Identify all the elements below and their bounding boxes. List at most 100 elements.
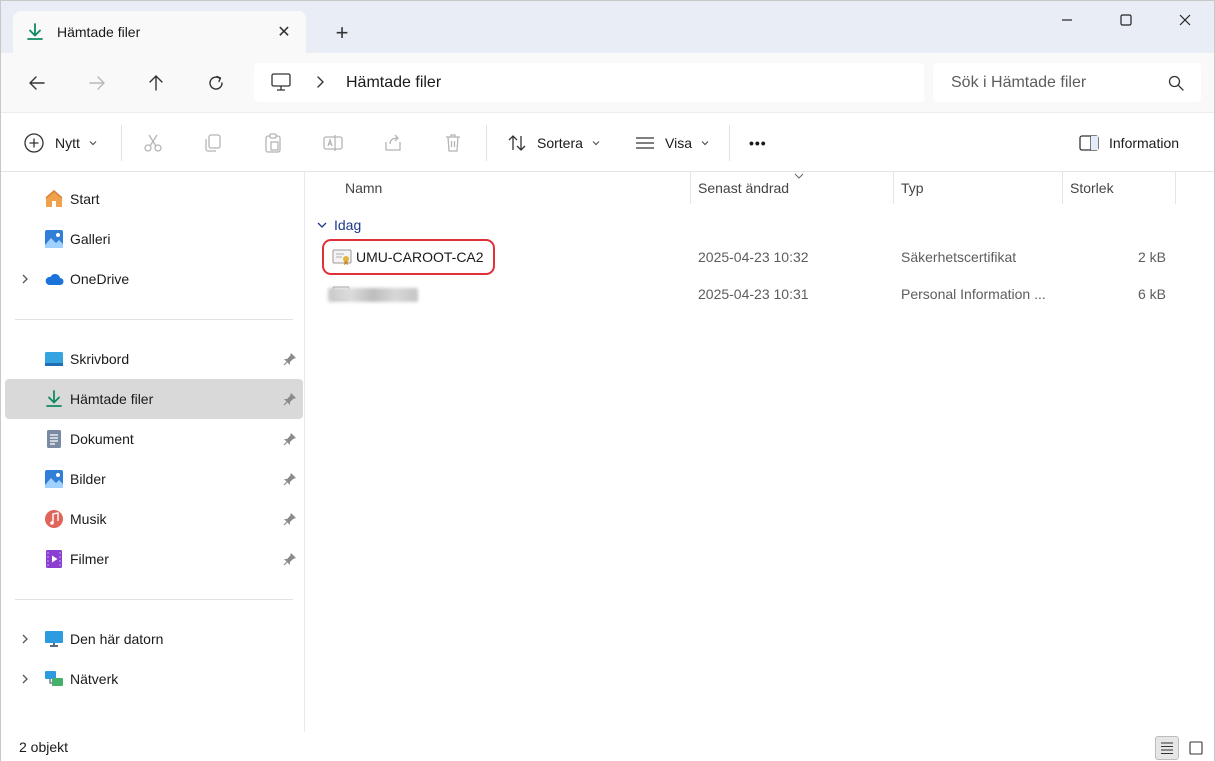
tiles-view-icon xyxy=(1189,741,1203,755)
view-list-icon xyxy=(636,137,654,149)
sidebar-item-label: Filmer xyxy=(70,551,109,567)
file-size: 6 kB xyxy=(1138,286,1167,302)
chevron-down-icon xyxy=(89,141,97,146)
column-resize-handle[interactable] xyxy=(1062,172,1063,204)
column-header-type[interactable]: Typ xyxy=(901,172,924,204)
sidebar-divider xyxy=(15,599,293,600)
chevron-right-icon[interactable] xyxy=(312,74,328,90)
table-row[interactable]: UMU-CAROOT-CA2 2025-04-23 10:32 Säkerhet… xyxy=(306,239,1214,276)
minimize-icon xyxy=(1062,19,1072,21)
details-view-button[interactable] xyxy=(1155,736,1179,760)
minimize-button[interactable] xyxy=(1038,1,1096,39)
sidebar-item-hamtade-filer[interactable]: Hämtade filer xyxy=(5,379,303,419)
redacted-file-name xyxy=(328,288,418,302)
refresh-icon xyxy=(209,75,223,90)
home-icon xyxy=(45,190,63,207)
sidebar-item-dokument[interactable]: Dokument xyxy=(5,419,303,459)
sidebar-item-musik[interactable]: Musik xyxy=(5,499,303,539)
item-count: 2 objekt xyxy=(19,739,69,755)
new-button[interactable]: Nytt xyxy=(23,125,98,161)
tab-hamtade-filer[interactable]: Hämtade filer ✕ xyxy=(13,11,306,53)
status-bar: 2 objekt xyxy=(1,732,1214,761)
view-button[interactable]: Visa xyxy=(634,125,710,161)
cut-icon[interactable] xyxy=(142,132,164,154)
address-row: Hämtade filer Sök i Hämtade filer xyxy=(1,53,1214,112)
pin-icon[interactable] xyxy=(283,472,297,486)
pin-icon[interactable] xyxy=(283,392,297,406)
column-resize-handle[interactable] xyxy=(893,172,894,204)
video-icon xyxy=(46,550,62,568)
command-bar: Nytt Sortera Visa ••• Information xyxy=(1,112,1214,172)
sort-indicator-icon xyxy=(794,173,804,179)
sort-button[interactable]: Sortera xyxy=(506,125,601,161)
sidebar-item-galleri[interactable]: Galleri xyxy=(5,219,303,259)
file-size: 2 kB xyxy=(1138,249,1167,265)
breadcrumb-hamtade-filer[interactable]: Hämtade filer xyxy=(346,74,441,92)
sidebar-item-den-har-datorn[interactable]: Den här datorn xyxy=(5,619,303,659)
pin-icon[interactable] xyxy=(283,352,297,366)
chevron-right-icon[interactable] xyxy=(19,272,31,286)
column-header-label: Typ xyxy=(901,180,924,196)
sidebar-item-onedrive[interactable]: OneDrive xyxy=(5,259,303,299)
column-header-name[interactable]: Namn xyxy=(345,172,382,204)
sidebar-item-label: Den här datorn xyxy=(70,631,164,647)
paste-icon[interactable] xyxy=(262,132,284,154)
refresh-button[interactable] xyxy=(200,67,232,99)
table-row[interactable]: 2025-04-23 10:31 Personal Information ..… xyxy=(306,277,1214,313)
sidebar-item-label: Musik xyxy=(70,511,107,527)
sort-button-label: Sortera xyxy=(537,135,583,151)
tab-close-button[interactable]: ✕ xyxy=(272,20,296,44)
back-button[interactable] xyxy=(21,67,53,99)
new-tab-button[interactable]: + xyxy=(327,19,357,47)
file-explorer-window: Hämtade filer ✕ + Hämtade filer Sök i Hä… xyxy=(0,0,1215,761)
sidebar-item-label: Hämtade filer xyxy=(70,391,154,407)
rename-icon[interactable] xyxy=(322,132,344,154)
download-icon xyxy=(46,390,62,407)
large-icons-view-button[interactable] xyxy=(1184,736,1208,760)
share-icon[interactable] xyxy=(382,132,404,154)
delete-icon[interactable] xyxy=(442,132,464,154)
column-header-modified[interactable]: Senast ändrad xyxy=(698,172,804,204)
sidebar-item-label: OneDrive xyxy=(70,271,130,287)
title-bar: Hämtade filer ✕ + xyxy=(1,1,1214,53)
document-icon xyxy=(47,430,61,448)
more-options-button[interactable]: ••• xyxy=(749,125,767,161)
pictures-icon xyxy=(45,470,63,488)
sidebar-item-bilder[interactable]: Bilder xyxy=(5,459,303,499)
group-header-idag[interactable]: Idag xyxy=(316,214,361,236)
chevron-right-icon[interactable] xyxy=(19,632,31,646)
sidebar-item-natverk[interactable]: Nätverk xyxy=(5,659,303,699)
chevron-right-icon[interactable] xyxy=(19,672,31,686)
file-modified: 2025-04-23 10:31 xyxy=(698,286,809,302)
column-header-label: Namn xyxy=(345,180,383,196)
maximize-button[interactable] xyxy=(1097,1,1155,39)
navigation-pane: Start Galleri OneDrive Skrivbord Hämtade… xyxy=(1,172,305,732)
sidebar-item-label: Galleri xyxy=(70,231,111,247)
sidebar-item-filmer[interactable]: Filmer xyxy=(5,539,303,579)
desktop-icon xyxy=(45,352,63,366)
forward-button[interactable] xyxy=(81,67,113,99)
sort-icon xyxy=(508,135,526,151)
column-resize-handle[interactable] xyxy=(690,172,691,204)
arrow-left-icon xyxy=(29,76,45,90)
sidebar-item-start[interactable]: Start xyxy=(5,179,303,219)
search-input[interactable]: Sök i Hämtade filer xyxy=(933,63,1201,102)
up-button[interactable] xyxy=(140,67,172,99)
cloud-icon xyxy=(45,273,64,285)
column-resize-handle[interactable] xyxy=(1175,172,1176,204)
arrow-right-icon xyxy=(89,76,105,90)
address-bar[interactable]: Hämtade filer xyxy=(254,63,924,102)
toolbar-divider xyxy=(729,125,730,161)
file-type: Personal Information ... xyxy=(901,286,1046,302)
copy-icon[interactable] xyxy=(202,132,224,154)
pin-icon[interactable] xyxy=(283,512,297,526)
pin-icon[interactable] xyxy=(283,552,297,566)
pin-icon[interactable] xyxy=(283,432,297,446)
information-pane-button[interactable]: Information xyxy=(1078,125,1179,161)
download-icon xyxy=(27,23,43,40)
chevron-down-icon xyxy=(592,141,600,146)
sidebar-item-skrivbord[interactable]: Skrivbord xyxy=(5,339,303,379)
column-header-size[interactable]: Storlek xyxy=(1070,172,1114,204)
search-icon xyxy=(1168,75,1184,91)
close-window-button[interactable] xyxy=(1156,1,1214,39)
